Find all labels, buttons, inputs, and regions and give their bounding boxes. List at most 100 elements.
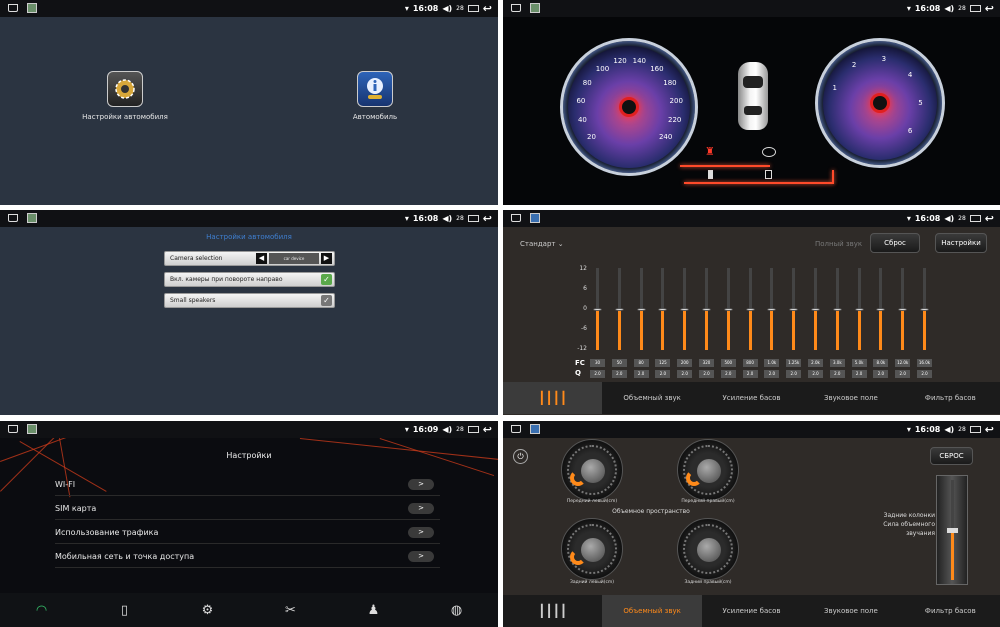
tab-bass-boost[interactable]: Усиление басов xyxy=(702,382,801,414)
eq-band-slider[interactable] xyxy=(898,268,908,350)
slider-handle[interactable] xyxy=(702,308,711,311)
full-sound-label[interactable]: Полный звук xyxy=(815,240,862,248)
power-icon[interactable]: ⏻ xyxy=(513,449,528,464)
settings-item-traffic[interactable]: Использование трафика > xyxy=(55,522,440,544)
back-icon[interactable]: ↩ xyxy=(483,424,492,435)
slider-handle[interactable] xyxy=(898,308,908,311)
back-icon[interactable]: ↩ xyxy=(985,213,994,224)
chevron-right-icon[interactable]: > xyxy=(408,551,434,562)
phone-icon[interactable]: ▯ xyxy=(83,593,166,627)
home-icon[interactable] xyxy=(511,425,521,433)
slider-handle[interactable] xyxy=(723,308,733,311)
app-icon[interactable] xyxy=(530,424,540,434)
tab-surround[interactable]: Объемный звук xyxy=(602,595,702,627)
chevron-right-icon[interactable]: > xyxy=(408,527,434,538)
window-icon[interactable] xyxy=(969,215,981,222)
home-icon[interactable] xyxy=(8,425,18,433)
slider-handle[interactable] xyxy=(947,528,958,533)
window-icon[interactable] xyxy=(969,426,981,433)
window-icon[interactable] xyxy=(467,426,479,433)
chevron-left-icon[interactable]: ◀ xyxy=(256,253,267,264)
back-icon[interactable]: ↩ xyxy=(483,3,492,14)
app-icon[interactable] xyxy=(530,3,540,13)
eq-band-slider[interactable] xyxy=(702,268,711,350)
slider-handle[interactable] xyxy=(854,308,864,311)
tab-bass-filter[interactable]: Фильтр басов xyxy=(901,595,1000,627)
window-icon[interactable] xyxy=(467,5,479,12)
eq-band-slider[interactable] xyxy=(614,268,624,350)
globe-icon[interactable]: ◍ xyxy=(415,593,498,627)
reset-button[interactable]: СБРОС xyxy=(930,447,973,465)
chevron-right-icon[interactable]: ▶ xyxy=(321,253,332,264)
rear-left-knob[interactable] xyxy=(561,518,623,580)
preset-dropdown[interactable]: Стандарт ⌄ xyxy=(520,240,564,248)
slider-handle[interactable] xyxy=(680,308,690,311)
slider-handle[interactable] xyxy=(636,308,646,311)
slider-handle[interactable] xyxy=(811,308,820,311)
eq-band-slider[interactable] xyxy=(789,268,799,350)
home-icon[interactable] xyxy=(8,4,18,12)
slider-handle[interactable] xyxy=(920,308,929,311)
slider-handle[interactable] xyxy=(832,308,842,311)
eq-band-slider[interactable] xyxy=(658,268,668,350)
slider-handle[interactable] xyxy=(789,308,799,311)
tab-sound-field[interactable]: Звуковое поле xyxy=(801,382,900,414)
settings-item-mobile-network[interactable]: Мобильная сеть и точка доступа > xyxy=(55,546,440,568)
slider-handle[interactable] xyxy=(767,308,777,311)
chevron-right-icon[interactable]: > xyxy=(408,503,434,514)
back-icon[interactable]: ↩ xyxy=(483,213,492,224)
check-icon[interactable]: ✓ xyxy=(321,295,332,306)
back-icon[interactable]: ↩ xyxy=(985,424,994,435)
eq-band-slider[interactable] xyxy=(832,268,842,350)
car-settings-app-icon[interactable] xyxy=(107,71,143,107)
front-left-knob[interactable] xyxy=(561,439,623,501)
tab-equalizer[interactable]: ┃┃┃┃ xyxy=(503,595,602,627)
home-icon[interactable] xyxy=(8,214,18,222)
eq-band-slider[interactable] xyxy=(680,268,690,350)
tab-sound-field[interactable]: Звуковое поле xyxy=(801,595,900,627)
window-icon[interactable] xyxy=(467,215,479,222)
app-icon[interactable] xyxy=(530,213,540,223)
slider-handle[interactable] xyxy=(614,308,624,311)
app-icon[interactable] xyxy=(27,213,37,223)
slider-handle[interactable] xyxy=(658,308,668,311)
eq-band-slider[interactable] xyxy=(876,268,886,350)
eq-band-slider[interactable] xyxy=(920,268,929,350)
slider-handle[interactable] xyxy=(876,308,886,311)
gear-icon[interactable]: ⚙ xyxy=(166,593,249,627)
rear-right-knob[interactable] xyxy=(677,518,739,580)
app-icon[interactable] xyxy=(27,424,37,434)
window-icon[interactable] xyxy=(969,5,981,12)
home-icon[interactable] xyxy=(511,4,521,12)
eq-band-slider[interactable] xyxy=(811,268,820,350)
eq-band-slider[interactable] xyxy=(593,268,602,350)
camera-selector[interactable]: ◀ car device ▶ xyxy=(256,253,332,264)
tab-surround[interactable]: Объемный звук xyxy=(602,382,701,414)
app-icon[interactable] xyxy=(27,3,37,13)
surround-power-slider[interactable] xyxy=(936,475,968,585)
user-icon[interactable]: ♟ xyxy=(332,593,415,627)
settings-item-sim[interactable]: SIM карта > xyxy=(55,498,440,520)
settings-item-wifi[interactable]: WI-FI > xyxy=(55,474,440,496)
eq-band-slider[interactable] xyxy=(854,268,864,350)
slider-handle[interactable] xyxy=(593,308,602,311)
eq-band-slider[interactable] xyxy=(723,268,733,350)
tools-icon[interactable]: ✂ xyxy=(249,593,332,627)
reset-button[interactable]: Сброс xyxy=(870,233,920,253)
camera-selection-row[interactable]: Camera selection ◀ car device ▶ xyxy=(164,251,335,266)
eq-band-slider[interactable] xyxy=(745,268,755,350)
chevron-right-icon[interactable]: > xyxy=(408,479,434,490)
eq-band-slider[interactable] xyxy=(636,268,646,350)
eq-band-slider[interactable] xyxy=(767,268,777,350)
slider-handle[interactable] xyxy=(745,308,755,311)
back-icon[interactable]: ↩ xyxy=(985,3,994,14)
tab-equalizer[interactable]: ┃┃┃┃ xyxy=(503,382,603,414)
tab-bass-filter[interactable]: Фильтр басов xyxy=(901,382,1000,414)
front-right-knob[interactable] xyxy=(677,439,739,501)
home-icon[interactable] xyxy=(511,214,521,222)
tab-bass-boost[interactable]: Усиление басов xyxy=(702,595,801,627)
check-icon[interactable]: ✓ xyxy=(321,274,332,285)
car-app-icon[interactable] xyxy=(357,71,393,107)
wifi-icon[interactable]: ◠ xyxy=(0,593,83,627)
small-speakers-row[interactable]: Small speakers ✓ xyxy=(164,293,335,308)
